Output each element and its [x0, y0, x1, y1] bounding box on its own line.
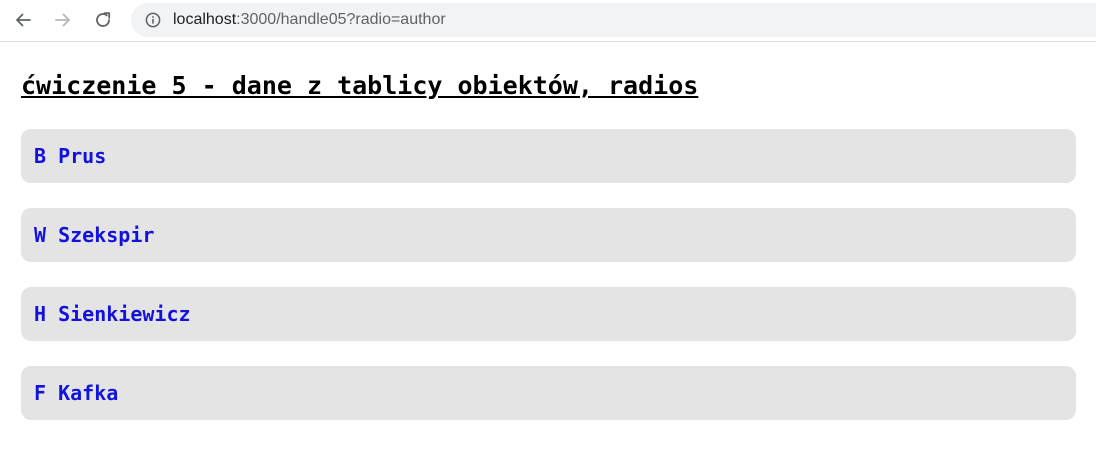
- browser-toolbar: localhost:3000/handle05?radio=author: [0, 0, 1096, 42]
- info-icon[interactable]: [145, 12, 161, 28]
- back-button[interactable]: [10, 7, 36, 33]
- author-item-prus[interactable]: B Prus: [21, 129, 1076, 183]
- address-bar[interactable]: localhost:3000/handle05?radio=author: [131, 3, 1096, 37]
- author-label: W Szekspir: [34, 223, 155, 247]
- author-item-sienkiewicz[interactable]: H Sienkiewicz: [21, 287, 1076, 341]
- reload-icon: [96, 12, 111, 27]
- reload-button[interactable]: [90, 7, 116, 33]
- author-label: F Kafka: [34, 381, 119, 405]
- arrow-right-icon: [55, 13, 70, 27]
- arrow-left-icon: [16, 13, 31, 27]
- url-host: localhost: [173, 11, 237, 28]
- page-title: ćwiczenie 5 - dane z tablicy obiektów, r…: [21, 71, 699, 100]
- author-label: B Prus: [34, 144, 107, 168]
- author-label: H Sienkiewicz: [34, 302, 191, 326]
- author-item-kafka[interactable]: F Kafka: [21, 366, 1076, 420]
- author-item-szekspir[interactable]: W Szekspir: [21, 208, 1076, 262]
- url-path: :3000/handle05?radio=author: [236, 11, 446, 28]
- url-text[interactable]: localhost:3000/handle05?radio=author: [173, 10, 446, 30]
- forward-button[interactable]: [50, 7, 76, 33]
